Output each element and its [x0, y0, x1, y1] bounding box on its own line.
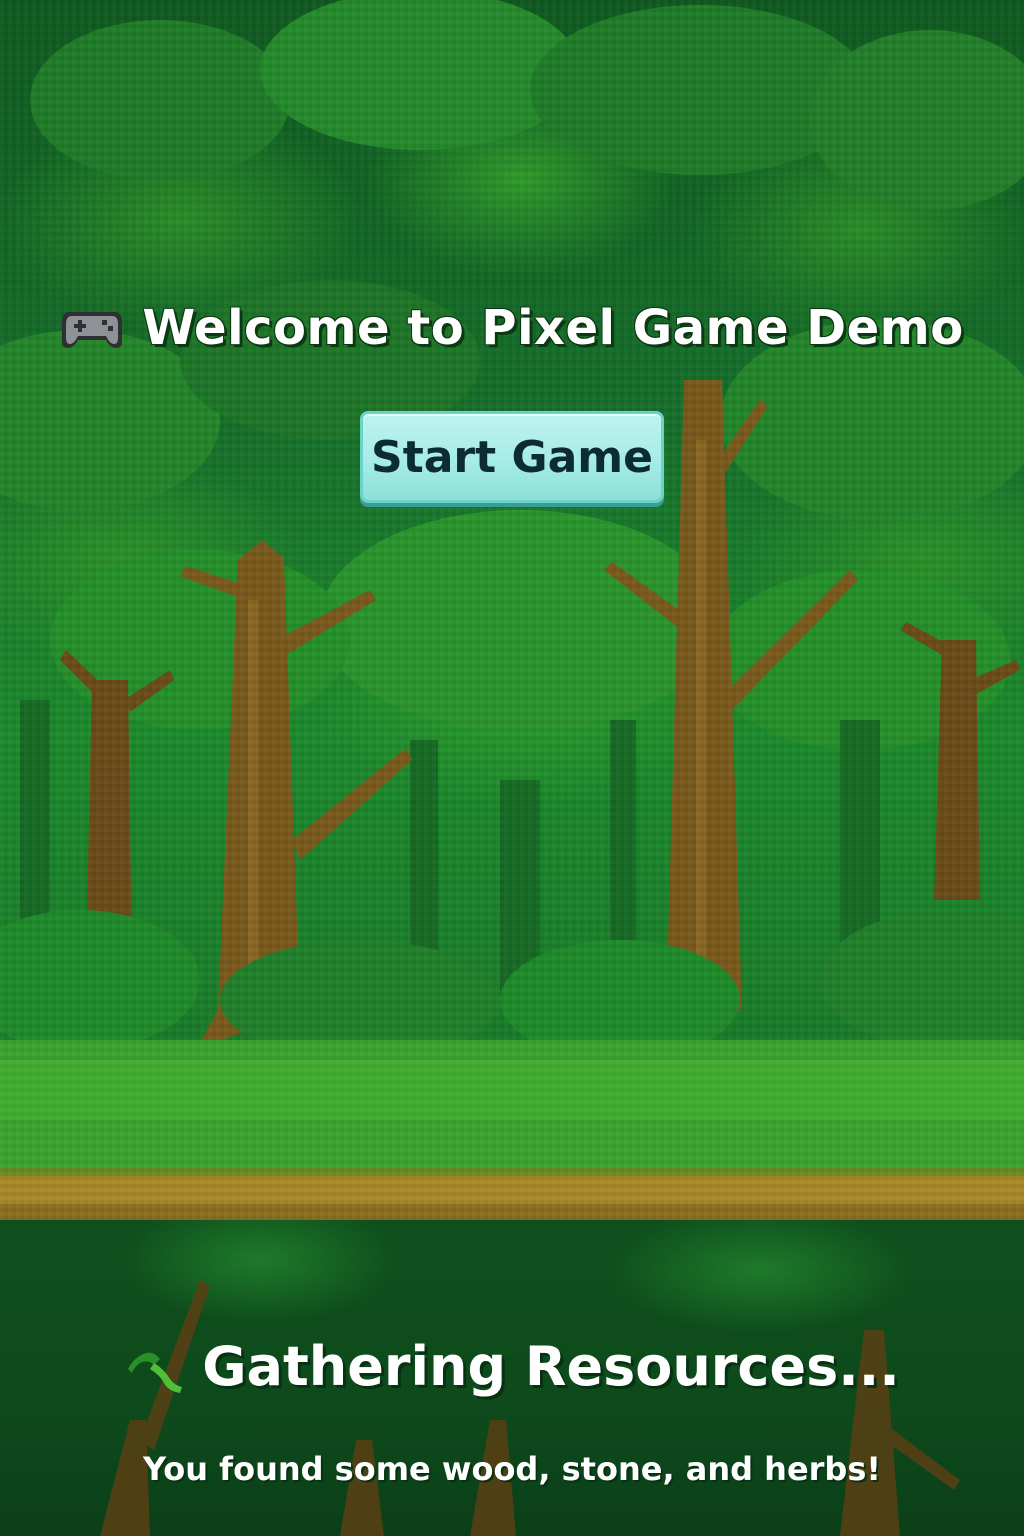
- forest-scene: [0, 0, 1024, 1220]
- game-screen: Welcome to Pixel Game Demo Start Game Ga…: [0, 0, 1024, 1536]
- status-message: You found some wood, stone, and herbs!: [143, 1450, 881, 1488]
- start-game-button[interactable]: Start Game: [360, 411, 664, 503]
- canopy: [0, 0, 1024, 750]
- forest-illustration: [0, 0, 1024, 1220]
- title-row: Welcome to Pixel Game Demo: [0, 300, 1024, 356]
- status-heading-row: Gathering Resources...: [0, 1335, 1024, 1398]
- status-heading: Gathering Resources...: [202, 1335, 900, 1398]
- dirt-path: [0, 1168, 1024, 1220]
- lower-trees: [100, 1280, 960, 1536]
- page-title: Welcome to Pixel Game Demo: [142, 300, 964, 356]
- gamepad-icon: [60, 306, 124, 350]
- sprout-icon: [124, 1339, 188, 1395]
